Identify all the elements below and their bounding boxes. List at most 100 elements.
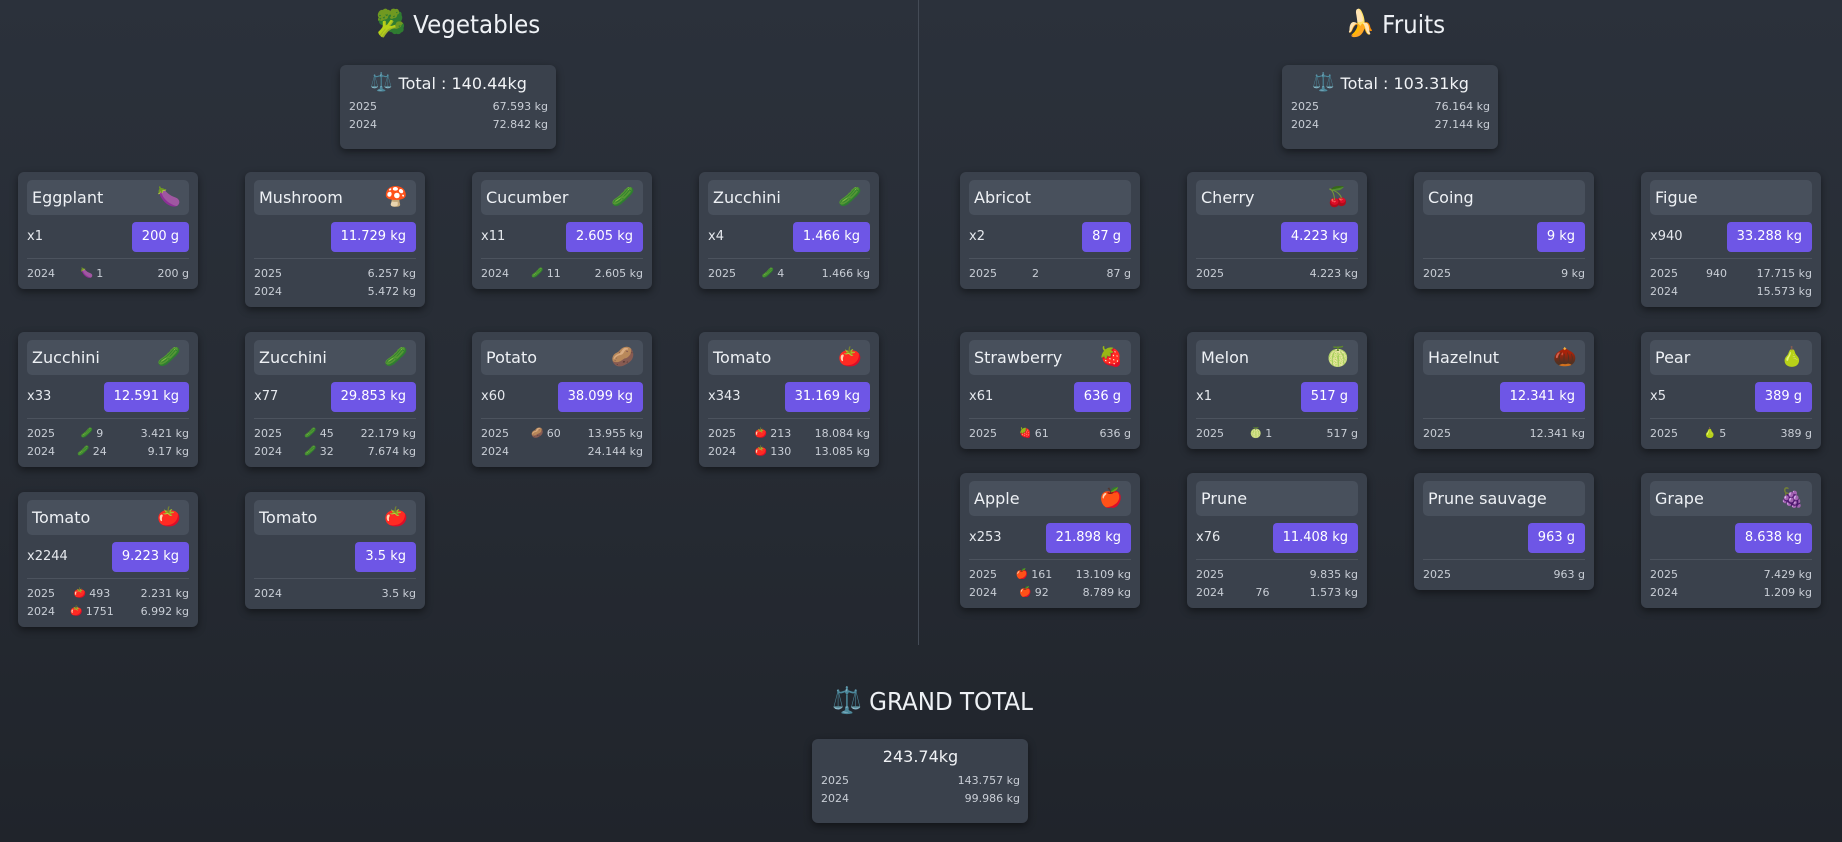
year-label: 2025 (27, 587, 55, 600)
year-quantity: 🍅 1751 (67, 603, 117, 621)
produce-card[interactable]: Prune x76 11.408 kg 2025 9.835 kg 2024 76 1.573… (1187, 473, 1367, 608)
card-summary: x4 1.466 kg (708, 215, 870, 259)
year-row: 2025 🍅 493 2.231 kg (27, 585, 189, 603)
year-row: 2025 4.223 kg (1196, 265, 1358, 283)
year-row: 2024 🍎 92 8.789 kg (969, 584, 1131, 602)
produce-card[interactable]: Hazelnut 🌰 12.341 kg 2025 12.341 kg (1414, 332, 1594, 449)
produce-card[interactable]: Abricot x2 87 g 2025 2 87 g (960, 172, 1140, 289)
card-name: Tomato (713, 348, 772, 367)
year-value: 6.257 kg (367, 267, 416, 280)
produce-mini-icon: 🍅 (754, 428, 768, 439)
card-name-bar: Tomato 🍅 (708, 340, 870, 375)
produce-card[interactable]: Tomato 🍅 3.5 kg 2024 3.5 kg (245, 492, 425, 609)
produce-icon: 🥔 (611, 346, 635, 368)
produce-card[interactable]: Zucchini 🥒 x77 29.853 kg 2025 🥒 45 22.179 kg 202… (245, 332, 425, 467)
card-count: x1 (1196, 389, 1212, 404)
produce-card[interactable]: Apple 🍎 x253 21.898 kg 2025 🍎 161 13.109 kg 2024… (960, 473, 1140, 608)
produce-card[interactable]: Prune sauvage 963 g 2025 963 g (1414, 473, 1594, 590)
card-count: x11 (481, 229, 506, 244)
weight-badge: 12.591 kg (103, 381, 189, 412)
year-label: 2024 (1650, 285, 1678, 298)
produce-icon: 🍆 (157, 186, 181, 208)
year-label: 2024 (1291, 118, 1319, 131)
produce-card[interactable]: Tomato 🍅 x2244 9.223 kg 2025 🍅 493 2.231 kg 2024… (18, 492, 198, 627)
produce-mini-icon: 🥒 (80, 428, 94, 439)
year-quantity: 🥔 60 (521, 425, 571, 443)
weight-badge: 87 g (1082, 221, 1131, 252)
year-row: 2024 3.5 kg (254, 585, 416, 603)
produce-card[interactable]: Cucumber 🥒 x11 2.605 kg 2024 🥒 11 2.605 kg (472, 172, 652, 289)
produce-icon: 🍇 (1780, 487, 1804, 509)
produce-card[interactable]: Zucchini 🥒 x4 1.466 kg 2025 🥒 4 1.466 kg (699, 172, 879, 289)
year-row: 2025 🍅 213 18.084 kg (708, 425, 870, 443)
year-quantity: 🍆 1 (67, 265, 117, 283)
card-name-bar: Tomato 🍅 (254, 500, 416, 535)
vegetables-total-head: ⚖️ Total : 140.44kg (349, 73, 548, 93)
produce-card[interactable]: Potato 🥔 x60 38.099 kg 2025 🥔 60 13.955 kg 2024 2… (472, 332, 652, 467)
year-row: 2024 76 1.573 kg (1196, 584, 1358, 602)
quantity-value: 45 (319, 427, 334, 440)
year-row: 2025 9 kg (1423, 265, 1585, 283)
produce-mini-icon: 🥒 (761, 268, 775, 279)
produce-card[interactable]: Zucchini 🥒 x33 12.591 kg 2025 🥒 9 3.421 kg 2024 🥒… (18, 332, 198, 467)
card-name-bar: Zucchini 🥒 (254, 340, 416, 375)
year-row: 2024 24.144 kg (481, 443, 643, 461)
year-quantity (294, 283, 344, 301)
produce-card[interactable]: Strawberry 🍓 x61 636 g 2025 🍓 61 636 g (960, 332, 1140, 449)
weight-badge: 33.288 kg (1726, 221, 1812, 252)
card-name: Hazelnut (1428, 348, 1500, 367)
year-value: 12.341 kg (1529, 427, 1585, 440)
weight-badge: 636 g (1073, 381, 1131, 412)
year-label: 2025 (708, 427, 736, 440)
year-label: 2025 (481, 427, 509, 440)
vegetables-title-text: Vegetables (413, 9, 541, 39)
year-value: 4.223 kg (1309, 267, 1358, 280)
banana-icon: 🍌 (1345, 9, 1375, 39)
produce-icon: 🌰 (1553, 346, 1577, 368)
grand-total-title: ⚖️ GRAND TOTAL (832, 683, 1033, 719)
produce-card[interactable]: Grape 🍇 8.638 kg 2025 7.429 kg 2024 1.209 kg (1641, 473, 1821, 608)
card-summary: x33 12.591 kg (27, 375, 189, 419)
year-row: 2025 🥒 45 22.179 kg (254, 425, 416, 443)
year-row: 2024 🥒 24 9.17 kg (27, 443, 189, 461)
produce-card[interactable]: Pear 🍐 x5 389 g 2025 🍐 5 389 g (1641, 332, 1821, 449)
year-value: 9 kg (1561, 267, 1585, 280)
weight-badge: 12.341 kg (1499, 381, 1585, 412)
produce-card[interactable]: Eggplant 🍆 x1 200 g 2024 🍆 1 200 g (18, 172, 198, 289)
fruits-title: 🍌 Fruits (1345, 6, 1445, 42)
weight-badge: 389 g (1754, 381, 1812, 412)
quantity-value: 2 (1032, 267, 1039, 280)
produce-card[interactable]: Tomato 🍅 x343 31.169 kg 2025 🍅 213 18.084 kg 202… (699, 332, 879, 467)
weight-badge: 963 g (1527, 522, 1585, 553)
produce-icon: 🥒 (838, 186, 862, 208)
produce-icon: 🍓 (1099, 346, 1123, 368)
produce-card[interactable]: Figue x940 33.288 kg 2025 940 17.715 kg 2024 15… (1641, 172, 1821, 307)
grand-total-box: 243.74kg 2025 143.757 kg 2024 99.986 kg (812, 739, 1028, 823)
card-name-bar: Grape 🍇 (1650, 481, 1812, 516)
year-value: 1.466 kg (821, 267, 870, 280)
produce-card[interactable]: Coing 9 kg 2025 9 kg (1414, 172, 1594, 289)
year-value: 2.605 kg (594, 267, 643, 280)
quantity-value: 1 (96, 267, 104, 280)
year-value: 5.472 kg (367, 285, 416, 298)
quantity-value: 92 (1034, 586, 1049, 599)
card-name-bar: Pear 🍐 (1650, 340, 1812, 375)
card-summary: x11 2.605 kg (481, 215, 643, 259)
vegetables-total-box: ⚖️ Total : 140.44kg 2025 67.593 kg 2024 … (340, 65, 556, 149)
year-label: 2025 (1650, 267, 1678, 280)
card-name-bar: Hazelnut 🌰 (1423, 340, 1585, 375)
scale-icon: ⚖️ (1312, 72, 1335, 93)
year-label: 2025 (821, 774, 849, 787)
produce-mini-icon: 🥒 (77, 446, 90, 457)
produce-card[interactable]: Mushroom 🍄 11.729 kg 2025 6.257 kg 2024 5.472 … (245, 172, 425, 307)
grand-total-title-text: GRAND TOTAL (869, 686, 1033, 716)
grand-total-value: 243.74kg (882, 747, 959, 766)
year-value: 27.144 kg (1434, 118, 1490, 131)
produce-mini-icon: 🍅 (754, 446, 768, 457)
year-label: 2025 (27, 427, 55, 440)
produce-card[interactable]: Melon 🍈 x1 517 g 2025 🍈 1 517 g (1187, 332, 1367, 449)
year-label: 2025 (1423, 267, 1451, 280)
produce-card[interactable]: Cherry 🍒 4.223 kg 2025 4.223 kg (1187, 172, 1367, 289)
card-name: Zucchini (713, 188, 781, 207)
year-label: 2024 (27, 445, 55, 458)
